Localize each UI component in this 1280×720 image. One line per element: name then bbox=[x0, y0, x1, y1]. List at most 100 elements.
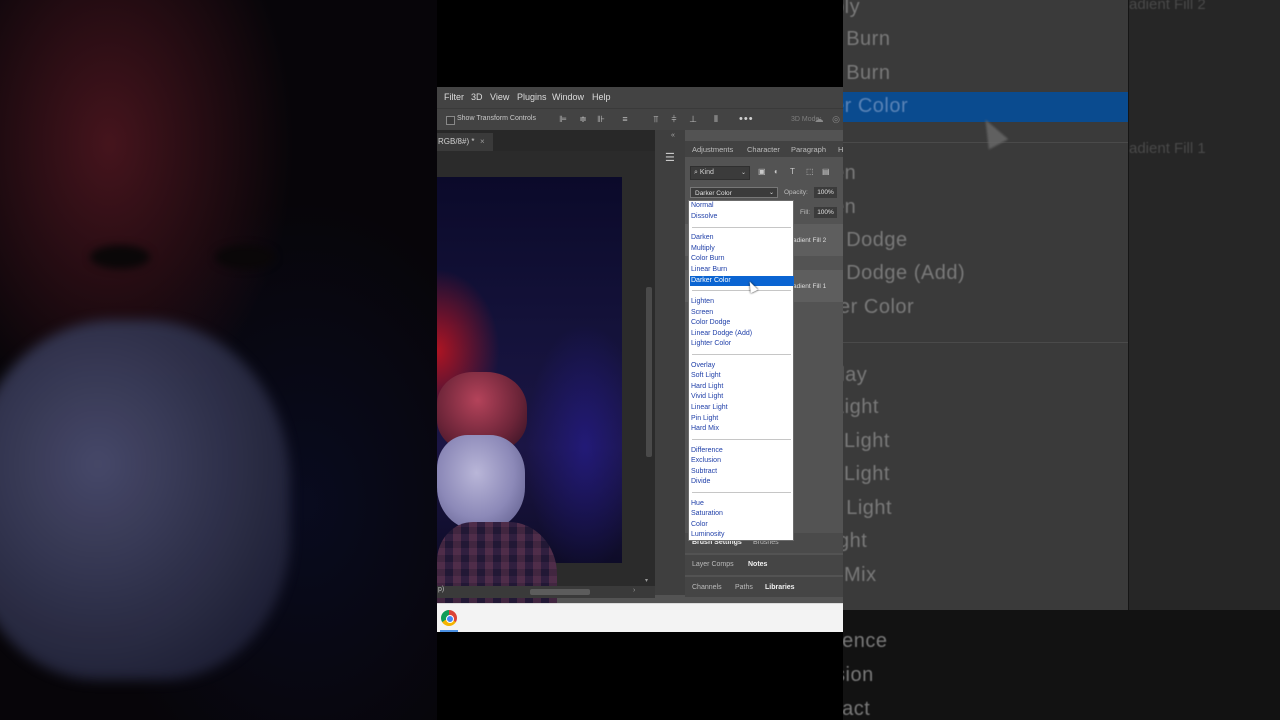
blurred-background-left bbox=[0, 0, 437, 720]
blend-option-hard-mix[interactable]: Hard Mix bbox=[690, 424, 794, 434]
kind-filter-label: Kind bbox=[699, 169, 714, 176]
tab-layer-comps[interactable]: Layer Comps bbox=[692, 561, 734, 568]
blend-option-soft-light[interactable]: Soft Light bbox=[690, 371, 794, 381]
blend-option-dissolve[interactable]: Dissolve bbox=[690, 212, 794, 222]
blend-option-screen[interactable]: Screen bbox=[690, 308, 794, 318]
blend-option-hue[interactable]: Hue bbox=[690, 499, 794, 509]
zoomed-item: r Burn bbox=[843, 28, 891, 50]
distribute-vertical-icon[interactable]: ⦀ bbox=[711, 114, 721, 125]
menu-bar: Filter 3D View Plugins Window Help bbox=[437, 87, 843, 108]
menu-view[interactable]: View bbox=[490, 92, 509, 102]
align-top-icon[interactable]: ⫪ bbox=[651, 114, 661, 125]
3d-rotate-icon[interactable]: ◎ bbox=[831, 114, 841, 125]
photo-canvas[interactable] bbox=[437, 177, 622, 632]
blend-mode-value: Darker Color bbox=[695, 190, 732, 197]
collapse-panels-icon[interactable]: « bbox=[671, 132, 675, 139]
adjustment-filter-icon[interactable]: ◐ bbox=[774, 168, 782, 176]
menu-window[interactable]: Window bbox=[552, 92, 584, 102]
document-tab-title: RGB/8#) * bbox=[438, 137, 475, 146]
blend-option-luminosity[interactable]: Luminosity bbox=[690, 530, 794, 540]
menu-help[interactable]: Help bbox=[592, 92, 611, 102]
blend-option-darken[interactable]: Darken bbox=[690, 233, 794, 243]
horizontal-scroll-thumb[interactable] bbox=[530, 589, 590, 595]
zoomed-layers-panel: adient Fill 2 adient Fill 1 bbox=[1129, 0, 1280, 610]
zoomed-item: r Burn bbox=[843, 62, 891, 84]
tab-paragraph[interactable]: Paragraph bbox=[791, 145, 826, 154]
fill-field[interactable]: 100% bbox=[814, 207, 837, 218]
align-right-icon[interactable]: ⊪ bbox=[596, 114, 606, 125]
menu-3d[interactable]: 3D bbox=[471, 92, 483, 102]
3d-orbit-icon[interactable]: ☁ bbox=[814, 114, 824, 125]
zoomed-item: rlay bbox=[843, 364, 868, 386]
scroll-down-icon[interactable]: ▾ bbox=[645, 577, 648, 584]
blend-mode-select[interactable]: Darker Color ⌄ bbox=[690, 187, 778, 198]
blend-option-darker-color[interactable]: Darker Color bbox=[690, 276, 794, 286]
blend-option-subtract[interactable]: Subtract bbox=[690, 467, 794, 477]
zoomed-item: ply bbox=[843, 0, 861, 18]
blend-mode-dropdown: Normal Dissolve Darken Multiply Color Bu… bbox=[688, 200, 794, 541]
distribute-icon[interactable]: ≡ bbox=[620, 114, 630, 125]
blend-option-exclusion[interactable]: Exclusion bbox=[690, 456, 794, 466]
tab-adjustments[interactable]: Adjustments bbox=[692, 145, 733, 154]
zoomed-item: l Mix bbox=[843, 564, 877, 586]
scroll-right-icon[interactable]: › bbox=[633, 587, 635, 594]
tab-paths[interactable]: Paths bbox=[735, 584, 753, 591]
blend-option-pin-light[interactable]: Pin Light bbox=[690, 414, 794, 424]
align-middle-icon[interactable]: ⫩ bbox=[669, 114, 679, 125]
align-bottom-icon[interactable]: ⊥ bbox=[688, 114, 698, 125]
chevron-down-icon: ⌄ bbox=[740, 170, 746, 176]
show-transform-checkbox[interactable] bbox=[446, 116, 455, 125]
adjustments-sliders-icon[interactable]: ☰ bbox=[665, 152, 677, 164]
tab-history[interactable]: H bbox=[838, 145, 843, 154]
dropdown-separator bbox=[692, 227, 791, 228]
close-tab-icon[interactable]: × bbox=[480, 133, 485, 151]
blend-option-lighten[interactable]: Lighten bbox=[690, 297, 794, 307]
blend-option-color[interactable]: Color bbox=[690, 520, 794, 530]
blend-option-divide[interactable]: Divide bbox=[690, 477, 794, 487]
blend-option-normal[interactable]: Normal bbox=[690, 201, 794, 211]
tab-libraries[interactable]: Libraries bbox=[765, 584, 795, 591]
blend-option-lighter-color[interactable]: Lighter Color bbox=[690, 339, 794, 349]
shape-filter-icon[interactable]: ⬚ bbox=[806, 168, 814, 176]
blend-option-multiply[interactable]: Multiply bbox=[690, 244, 794, 254]
smart-object-filter-icon[interactable]: ▤ bbox=[822, 168, 830, 176]
blend-option-linear-light[interactable]: Linear Light bbox=[690, 403, 794, 413]
pixel-filter-icon[interactable]: ▣ bbox=[758, 168, 766, 176]
tab-channels[interactable]: Channels bbox=[692, 584, 722, 591]
menu-filter[interactable]: Filter bbox=[444, 92, 464, 102]
blend-option-color-burn[interactable]: Color Burn bbox=[690, 254, 794, 264]
zoomed-item: Light bbox=[843, 396, 879, 418]
blend-option-saturation[interactable]: Saturation bbox=[690, 509, 794, 519]
chrome-icon[interactable] bbox=[441, 610, 457, 626]
search-icon: ⌕ bbox=[694, 169, 698, 176]
horizontal-scrollbar[interactable]: p) › bbox=[437, 586, 655, 598]
dropdown-separator bbox=[692, 492, 791, 493]
document-tab[interactable]: RGB/8#) * × bbox=[437, 133, 493, 151]
blend-option-color-dodge[interactable]: Color Dodge bbox=[690, 318, 794, 328]
blend-option-hard-light[interactable]: Hard Light bbox=[690, 382, 794, 392]
kind-filter-select[interactable]: ⌕ Kind ⌄ bbox=[690, 166, 750, 180]
zoomed-item: ter Color bbox=[843, 296, 915, 318]
blend-option-vivid-light[interactable]: Vivid Light bbox=[690, 392, 794, 402]
zoomed-item-selected: er Color bbox=[843, 95, 909, 117]
menu-plugins[interactable]: Plugins bbox=[517, 92, 547, 102]
zoomed-background-right: ply r Burn r Burn er Color en en r Dodge… bbox=[843, 0, 1280, 720]
align-center-icon[interactable]: ≑ bbox=[578, 114, 588, 125]
zoomed-item: l Light bbox=[843, 430, 890, 452]
blend-option-linear-burn[interactable]: Linear Burn bbox=[690, 265, 794, 275]
zoomed-blend-menu: ply r Burn r Burn er Color en en r Dodge… bbox=[843, 0, 1128, 610]
more-options-button[interactable]: ••• bbox=[739, 113, 754, 125]
tab-character[interactable]: Character bbox=[747, 145, 780, 154]
vertical-scrollbar[interactable] bbox=[646, 287, 652, 457]
align-left-icon[interactable]: ⊫ bbox=[558, 114, 568, 125]
zoomed-layer-label: adient Fill 1 bbox=[1129, 140, 1206, 157]
tab-notes[interactable]: Notes bbox=[748, 561, 767, 568]
type-filter-icon[interactable]: T bbox=[790, 168, 798, 176]
panel-icon-strip: ☰ bbox=[655, 130, 685, 595]
blend-option-overlay[interactable]: Overlay bbox=[690, 361, 794, 371]
opacity-field[interactable]: 100% bbox=[814, 187, 837, 198]
blend-option-linear-dodge[interactable]: Linear Dodge (Add) bbox=[690, 329, 794, 339]
blend-option-difference[interactable]: Difference bbox=[690, 446, 794, 456]
zoomed-separator bbox=[843, 342, 1128, 343]
dropdown-separator bbox=[692, 290, 791, 291]
